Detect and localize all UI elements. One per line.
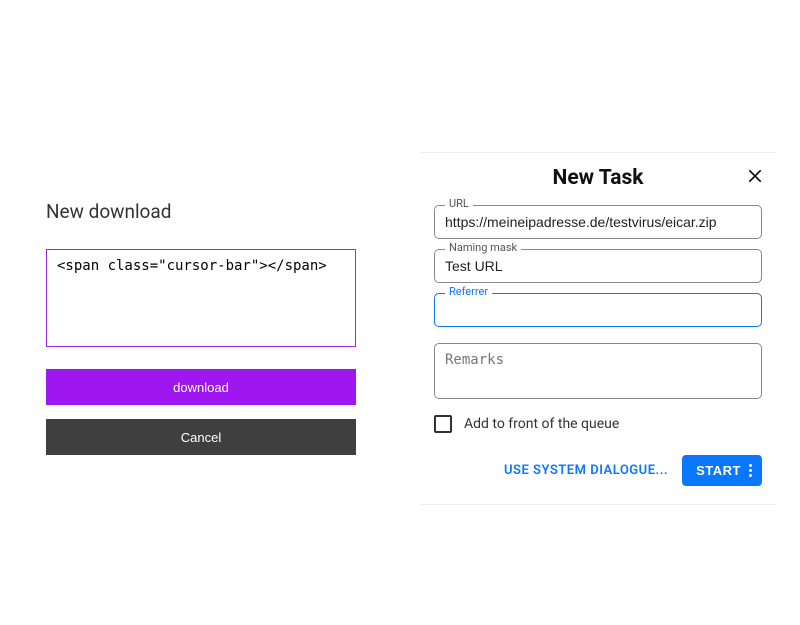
url-field[interactable]: URL <box>434 205 762 239</box>
more-icon[interactable] <box>749 464 752 477</box>
new-download-panel: New download <span class="cursor-bar"></… <box>46 200 356 455</box>
naming-mask-input[interactable] <box>435 250 761 282</box>
referrer-input[interactable] <box>435 294 761 326</box>
url-label: URL <box>445 198 473 210</box>
new-task-title: New Task <box>553 166 644 190</box>
new-task-panel: New Task URL Naming mask Referrer Add to… <box>420 152 776 505</box>
download-url-input[interactable]: <span class="cursor-bar"></span> <box>46 249 356 347</box>
naming-mask-label: Naming mask <box>445 242 521 254</box>
task-fields: URL Naming mask Referrer <box>420 205 776 399</box>
new-download-title: New download <box>46 200 356 223</box>
action-row: USE SYSTEM DIALOGUE... START <box>420 455 776 486</box>
download-button[interactable]: download <box>46 369 356 405</box>
start-button[interactable]: START <box>682 455 762 486</box>
remarks-field[interactable] <box>434 343 762 399</box>
queue-label: Add to front of the queue <box>464 416 619 432</box>
remarks-input[interactable] <box>435 344 761 398</box>
start-label: START <box>696 463 741 478</box>
close-icon[interactable] <box>744 165 766 187</box>
queue-row: Add to front of the queue <box>420 415 776 433</box>
system-dialogue-button[interactable]: USE SYSTEM DIALOGUE... <box>504 463 668 478</box>
naming-mask-field[interactable]: Naming mask <box>434 249 762 283</box>
referrer-field[interactable]: Referrer <box>434 293 762 327</box>
queue-checkbox[interactable] <box>434 415 452 433</box>
referrer-label: Referrer <box>445 286 492 298</box>
url-input[interactable] <box>435 206 761 238</box>
new-task-header: New Task <box>420 161 776 195</box>
cancel-button[interactable]: Cancel <box>46 419 356 455</box>
